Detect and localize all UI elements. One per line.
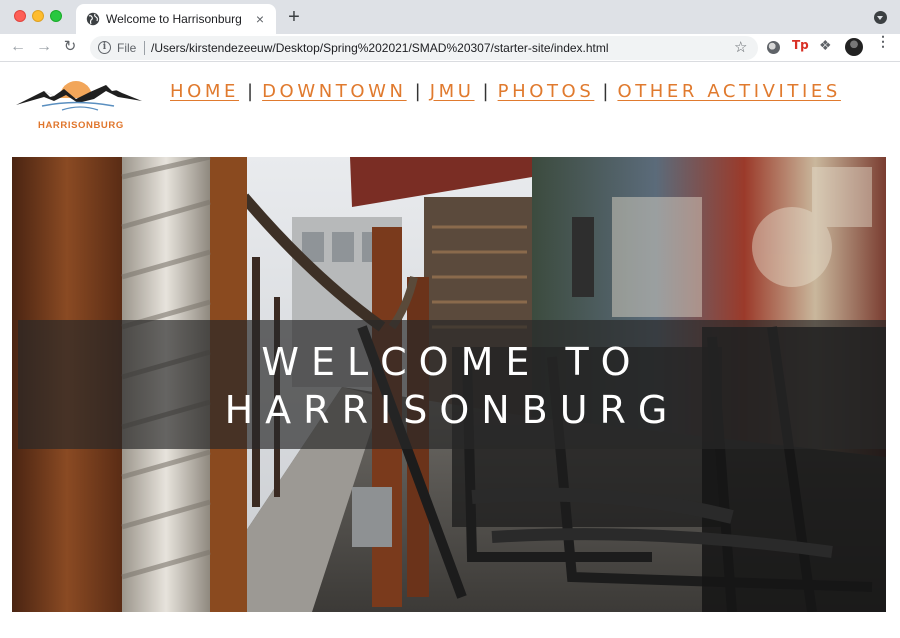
nav-link-downtown[interactable]: DOWNTOWN <box>262 81 407 102</box>
hero-heading-line1: WELCOME TO <box>261 340 643 384</box>
url-text[interactable]: /Users/kirstendezeeuw/Desktop/Spring%202… <box>151 41 609 55</box>
nav-separator: | <box>602 80 609 102</box>
back-arrow-icon[interactable]: ← <box>8 37 28 57</box>
page-bottom <box>0 614 900 638</box>
minimize-window-button[interactable] <box>32 10 44 22</box>
nav-link-photos[interactable]: PHOTOS <box>498 81 595 102</box>
tab-close-icon[interactable]: × <box>252 11 268 27</box>
tab-search-icon[interactable] <box>874 11 887 24</box>
extensions-puzzle-icon[interactable]: ❖ <box>819 37 832 55</box>
reload-icon[interactable]: ↻ <box>60 37 80 57</box>
nav-separator: | <box>414 80 421 102</box>
extension-circle-icon[interactable] <box>767 41 780 54</box>
site-logo[interactable]: HARRISONBURG <box>14 77 148 131</box>
nav-link-other-activities[interactable]: OTHER ACTIVITIES <box>617 81 841 102</box>
close-window-button[interactable] <box>14 10 26 22</box>
hero-heading-line2: HARRISONBURG <box>224 388 680 432</box>
browser-titlebar: Welcome to Harrisonburg × + <box>0 0 900 34</box>
mountain-sun-icon <box>14 81 148 123</box>
logo-text: HARRISONBURG <box>38 120 124 131</box>
nav-link-home[interactable]: HOME <box>170 81 239 102</box>
address-bar[interactable]: i File /Users/kirstendezeeuw/Desktop/Spr… <box>90 36 758 60</box>
nav-link-jmu[interactable]: JMU <box>430 81 475 102</box>
maximize-window-button[interactable] <box>50 10 62 22</box>
browser-tab[interactable]: Welcome to Harrisonburg × <box>76 4 276 34</box>
extension-tp-icon[interactable]: Tp <box>792 38 809 56</box>
address-separator <box>144 41 145 55</box>
nav-separator: | <box>247 80 254 102</box>
bookmark-star-icon[interactable]: ☆ <box>734 38 747 56</box>
globe-icon <box>86 12 100 26</box>
profile-avatar[interactable] <box>845 38 863 56</box>
browser-toolbar: ← → ↻ i File /Users/kirstendezeeuw/Deskt… <box>0 34 900 62</box>
info-icon[interactable]: i <box>98 41 111 54</box>
new-tab-button[interactable]: + <box>284 6 304 28</box>
nav-separator: | <box>482 80 489 102</box>
browser-menu-icon[interactable]: ⋮ <box>876 34 890 56</box>
forward-arrow-icon[interactable]: → <box>34 37 54 57</box>
hero-banner: WELCOME TO HARRISONBURG <box>18 320 886 449</box>
file-scheme-label: File <box>117 41 137 55</box>
tab-title: Welcome to Harrisonburg <box>106 12 242 26</box>
main-nav: HOME | DOWNTOWN | JMU | PHOTOS | OTHER A… <box>170 79 841 103</box>
hero-section: WELCOME TO HARRISONBURG <box>12 157 886 612</box>
site-header: HARRISONBURG HOME | DOWNTOWN | JMU | PHO… <box>0 63 900 153</box>
